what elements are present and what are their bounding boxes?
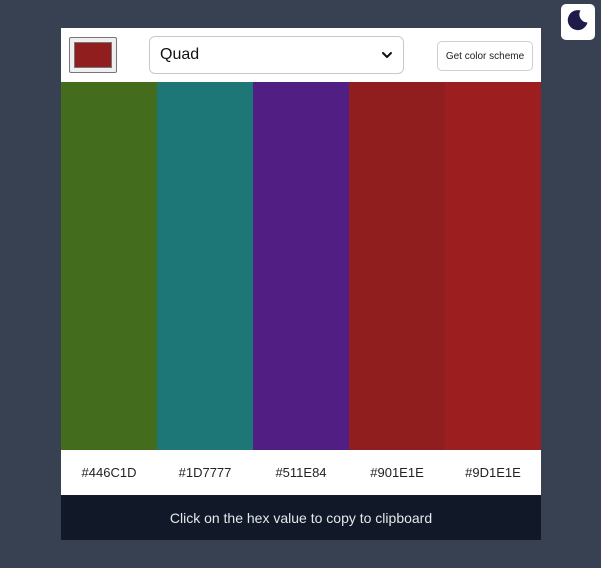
hex-value[interactable]: #901E1E	[349, 450, 445, 495]
color-scheme-card: Quad Get color scheme #446C1D #1D7777 #511…	[61, 28, 541, 540]
get-color-scheme-button[interactable]: Get color scheme	[437, 41, 533, 71]
theme-toggle-button[interactable]	[561, 4, 595, 40]
hex-value[interactable]: #446C1D	[61, 450, 157, 495]
hex-value[interactable]: #511E84	[253, 450, 349, 495]
color-bar	[445, 82, 541, 450]
copy-hint: Click on the hex value to copy to clipbo…	[61, 495, 541, 540]
scheme-mode-value: Quad	[160, 46, 200, 63]
hex-values: #446C1D #1D7777 #511E84 #901E1E #9D1E1E	[61, 450, 541, 495]
hex-value[interactable]: #9D1E1E	[445, 450, 541, 495]
hex-value[interactable]: #1D7777	[157, 450, 253, 495]
color-bar	[253, 82, 349, 450]
moon-icon	[566, 8, 590, 37]
seed-color-picker[interactable]	[69, 37, 117, 73]
color-bar	[349, 82, 445, 450]
color-bar	[157, 82, 253, 450]
chevron-down-icon	[381, 49, 393, 61]
scheme-header: Quad Get color scheme	[61, 28, 541, 82]
seed-color-swatch	[74, 42, 112, 68]
color-bar	[61, 82, 157, 450]
color-bars	[61, 82, 541, 450]
scheme-mode-select[interactable]: Quad	[149, 36, 404, 74]
